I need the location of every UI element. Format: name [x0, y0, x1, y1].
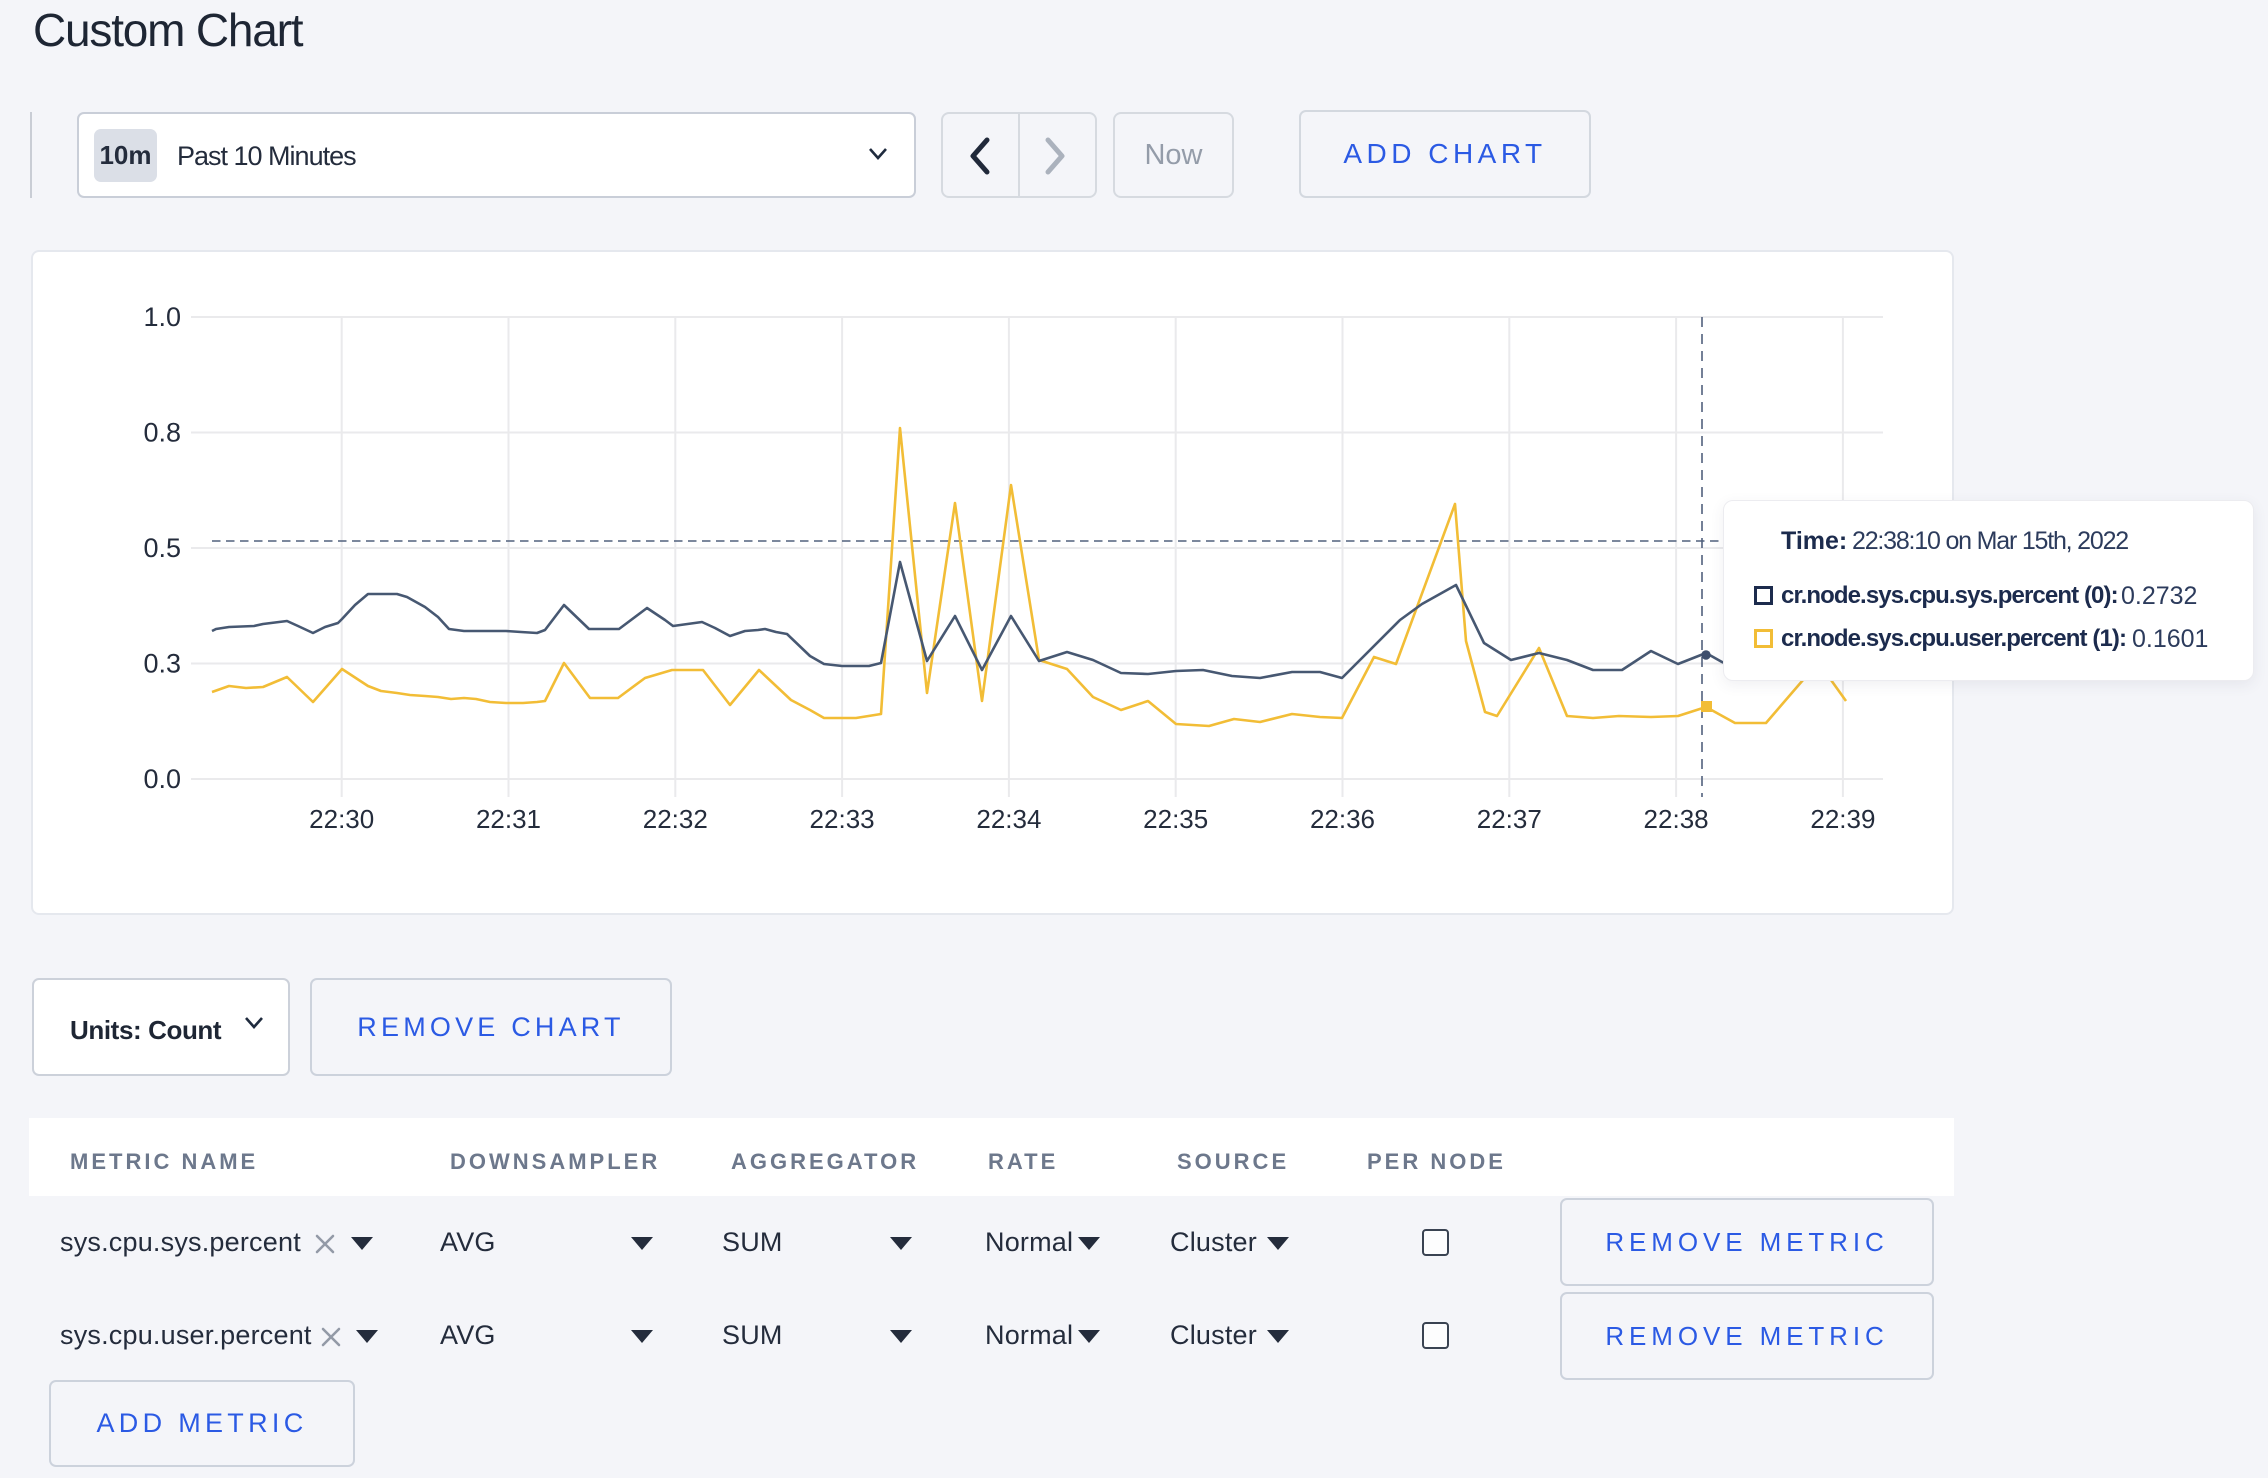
svg-text:22:32: 22:32	[643, 804, 708, 834]
svg-text:22:38: 22:38	[1644, 804, 1709, 834]
svg-text:22:35: 22:35	[1143, 804, 1208, 834]
svg-text:0.3: 0.3	[143, 649, 181, 679]
svg-text:22:34: 22:34	[976, 804, 1041, 834]
svg-text:22:31: 22:31	[476, 804, 541, 834]
svg-text:1.0: 1.0	[143, 302, 181, 332]
svg-text:22:37: 22:37	[1477, 804, 1542, 834]
svg-text:0.8: 0.8	[143, 418, 181, 448]
svg-text:22:33: 22:33	[810, 804, 875, 834]
svg-text:0.0: 0.0	[143, 764, 181, 794]
svg-text:22:39: 22:39	[1810, 804, 1875, 834]
svg-text:0.5: 0.5	[143, 533, 181, 563]
svg-text:22:30: 22:30	[309, 804, 374, 834]
svg-text:22:36: 22:36	[1310, 804, 1375, 834]
